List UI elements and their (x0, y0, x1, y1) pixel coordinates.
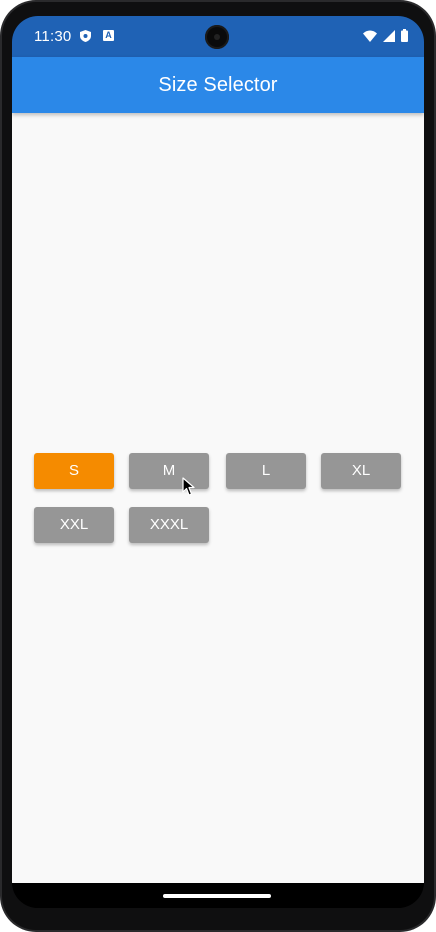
navigation-bar (12, 883, 424, 908)
mouse-pointer-icon (182, 477, 195, 496)
a-icon: A (103, 30, 114, 41)
status-icons (363, 29, 408, 42)
size-selector-content: S M L XL XXL XXXL (12, 113, 424, 883)
home-gesture-handle[interactable] (163, 894, 271, 898)
shield-icon (80, 30, 91, 42)
screen: 11:30 A Size Selector S M L XL XXL XXXL (12, 16, 424, 908)
size-button-m[interactable]: M (129, 453, 209, 489)
signal-icon (383, 29, 395, 42)
page-title: Size Selector (158, 74, 278, 96)
status-time: 11:30 (34, 28, 72, 45)
wifi-icon (363, 30, 377, 42)
size-button-xxl[interactable]: XXL (34, 507, 114, 543)
app-bar: Size Selector (12, 57, 424, 113)
size-button-s[interactable]: S (34, 453, 114, 489)
battery-icon (401, 29, 408, 42)
status-bar: 11:30 A (12, 16, 424, 57)
size-button-xxxl[interactable]: XXXL (129, 507, 209, 543)
front-camera (205, 25, 229, 49)
size-button-l[interactable]: L (226, 453, 306, 489)
size-button-xl[interactable]: XL (321, 453, 401, 489)
phone-frame: 11:30 A Size Selector S M L XL XXL XXXL (0, 0, 436, 932)
